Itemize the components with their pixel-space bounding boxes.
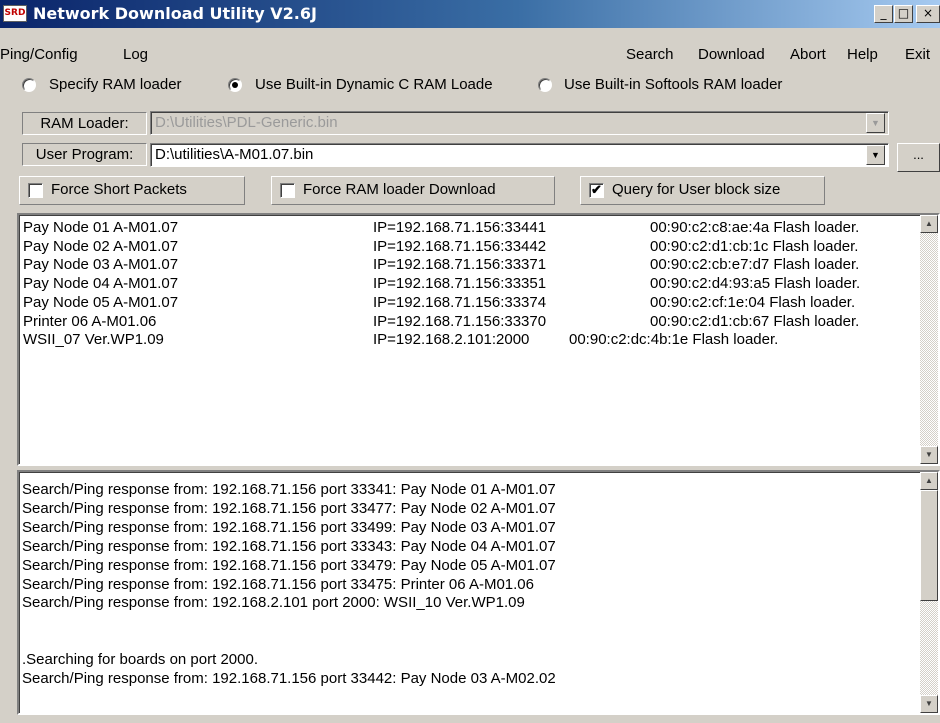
log-scroll-thumb[interactable] bbox=[920, 490, 938, 601]
menu-search[interactable]: Search bbox=[626, 46, 674, 63]
device-mac: 00:90:c2:d1:cb:1c Flash loader. bbox=[650, 237, 859, 255]
menu-help[interactable]: Help bbox=[847, 46, 878, 63]
log-line: Search/Ping response from: 192.168.71.15… bbox=[22, 670, 556, 687]
device-name: Pay Node 04 A-M01.07 bbox=[23, 275, 179, 293]
log-scroll-up-icon[interactable]: ▲ bbox=[920, 472, 938, 490]
label-query-user-block-size[interactable]: Query for User block size bbox=[612, 181, 780, 198]
maximize-button[interactable]: □ bbox=[894, 5, 913, 23]
menu-log[interactable]: Log bbox=[123, 46, 148, 63]
close-button[interactable]: × bbox=[916, 5, 940, 23]
device-name: Pay Node 01 A-M01.07 bbox=[23, 219, 179, 236]
menu-exit[interactable]: Exit bbox=[905, 46, 930, 63]
log-panel[interactable]: Search/Ping response from: 192.168.71.15… bbox=[17, 470, 940, 715]
device-ip: IP=192.168.2.101:2000 bbox=[373, 331, 530, 349]
scroll-up-icon[interactable]: ▲ bbox=[920, 215, 938, 233]
device-name: Pay Node 03 A-M01.07 bbox=[23, 256, 179, 274]
log-line: Search/Ping response from: 192.168.71.15… bbox=[22, 499, 556, 517]
device-ip: IP=192.168.71.156:33370 bbox=[373, 312, 547, 330]
device-ip: IP=192.168.71.156:33374 bbox=[373, 293, 547, 311]
device-name: Pay Node 05 A-M01.07 bbox=[23, 293, 179, 311]
browse-button[interactable]: ... bbox=[897, 143, 940, 172]
device-list-scrollbar[interactable]: ▲ ▼ bbox=[920, 215, 938, 464]
title-bar: SRD Network Download Utility V2.6J _ □ × bbox=[0, 0, 940, 28]
device-mac: 00:90:c2:d1:cb:67 Flash loader. bbox=[650, 312, 860, 330]
device-list[interactable]: Pay Node 01 A-M01.07 IP=192.168.71.156:33… bbox=[17, 213, 940, 466]
ram-loader-options: Specify RAM loader Use Built-in Dynamic … bbox=[0, 76, 940, 100]
option-query-user-block-size[interactable]: ✔ Query for User block size bbox=[580, 176, 825, 205]
menu-ping-config[interactable]: Ping/Config bbox=[0, 46, 78, 63]
log-scroll-down-icon[interactable]: ▼ bbox=[920, 695, 938, 713]
log-line: Search/Ping response from: 192.168.71.15… bbox=[22, 481, 556, 498]
radio-softools-ram-loader[interactable] bbox=[538, 78, 552, 92]
device-ip: IP=192.168.71.156:33371 bbox=[373, 256, 547, 274]
device-mac: 00:90:c2:cb:e7:d7 Flash loader. bbox=[650, 256, 860, 274]
checkbox-force-ram-loader-download[interactable] bbox=[280, 183, 295, 198]
radio-label-softools-ram-loader[interactable]: Use Built-in Softools RAM loader bbox=[564, 76, 782, 93]
radio-specify-ram-loader[interactable] bbox=[22, 78, 36, 92]
log-line: Search/Ping response from: 192.168.2.101… bbox=[22, 594, 525, 612]
option-force-ram-loader-download[interactable]: Force RAM loader Download bbox=[271, 176, 555, 205]
radio-label-dynamic-c-ram-loader[interactable]: Use Built-in Dynamic C RAM Loade bbox=[255, 76, 493, 93]
menu-download[interactable]: Download bbox=[698, 46, 765, 63]
log-scrollbar[interactable]: ▲ ▼ bbox=[920, 472, 938, 713]
user-program-field[interactable]: D:\utilities\A-M01.07.bin bbox=[150, 143, 889, 167]
device-mac: 00:90:c2:dc:4b:1e Flash loader. bbox=[569, 331, 779, 349]
label-force-ram-loader-download[interactable]: Force RAM loader Download bbox=[303, 181, 496, 198]
checkbox-force-short-packets[interactable] bbox=[28, 183, 43, 198]
app-icon: SRD bbox=[3, 5, 27, 22]
scroll-down-icon[interactable]: ▼ bbox=[920, 446, 938, 464]
option-force-short-packets[interactable]: Force Short Packets bbox=[19, 176, 245, 205]
user-program-label: User Program: bbox=[22, 143, 147, 166]
radio-label-specify-ram-loader[interactable]: Specify RAM loader bbox=[49, 76, 182, 93]
user-program-dropdown-icon[interactable]: ▼ bbox=[866, 145, 885, 165]
log-line: Search/Ping response from: 192.168.71.15… bbox=[22, 556, 556, 574]
minimize-button[interactable]: _ bbox=[874, 5, 893, 23]
device-name: Pay Node 02 A-M01.07 bbox=[23, 237, 179, 255]
device-mac: 00:90:c2:d4:93:a5 Flash loader. bbox=[650, 275, 861, 293]
log-line: Search/Ping response from: 192.168.71.15… bbox=[22, 575, 534, 593]
device-mac: 00:90:c2:c8:ae:4a Flash loader. bbox=[650, 219, 860, 236]
device-name: WSII_07 Ver.WP1.09 bbox=[23, 331, 164, 349]
menu-abort[interactable]: Abort bbox=[790, 46, 826, 63]
checkbox-query-user-block-size[interactable]: ✔ bbox=[589, 183, 604, 198]
ram-loader-dropdown-icon: ▼ bbox=[866, 113, 885, 133]
device-mac: 00:90:c2:cf:1e:04 Flash loader. bbox=[650, 293, 856, 311]
log-line: Search/Ping response from: 192.168.71.15… bbox=[22, 518, 556, 536]
device-ip: IP=192.168.71.156:33441 bbox=[373, 219, 547, 236]
device-name: Printer 06 A-M01.06 bbox=[23, 312, 157, 330]
log-line: .Searching for boards on port 2000. bbox=[22, 651, 258, 669]
label-force-short-packets[interactable]: Force Short Packets bbox=[51, 181, 187, 198]
device-ip: IP=192.168.71.156:33351 bbox=[373, 275, 547, 293]
device-ip: IP=192.168.71.156:33442 bbox=[373, 237, 547, 255]
window-title: Network Download Utility V2.6J bbox=[33, 4, 317, 23]
radio-dynamic-c-ram-loader[interactable] bbox=[228, 78, 242, 92]
menu-bar: Ping/Config Log Search Download Abort He… bbox=[0, 28, 940, 63]
log-line: Search/Ping response from: 192.168.71.15… bbox=[22, 537, 556, 555]
ram-loader-field: D:\Utilities\PDL-Generic.bin bbox=[150, 111, 889, 135]
ram-loader-label: RAM Loader: bbox=[22, 112, 147, 135]
